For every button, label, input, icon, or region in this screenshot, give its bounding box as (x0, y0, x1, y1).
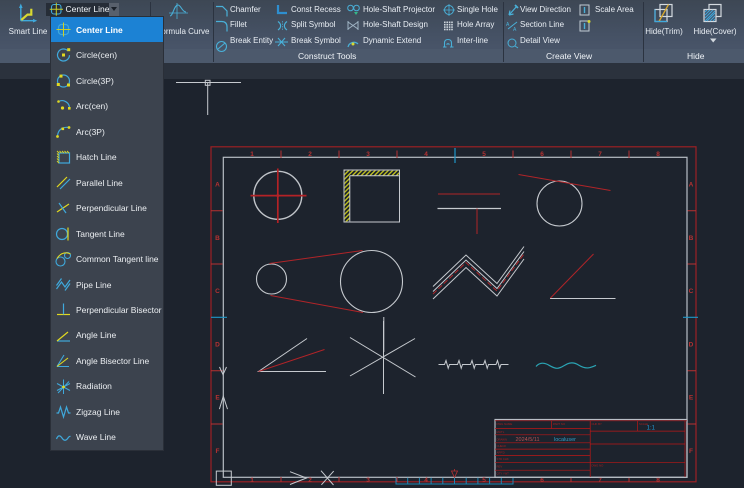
svg-text:C: C (215, 288, 220, 295)
svg-text:6: 6 (540, 151, 544, 158)
svg-text:localuser: localuser (554, 437, 576, 443)
svg-text:STD CHK: STD CHK (497, 457, 509, 461)
svg-text:DWG NO: DWG NO (592, 464, 605, 468)
svg-text:1: 1 (250, 477, 254, 484)
svg-text:DWG NAME: DWG NAME (497, 422, 513, 426)
svg-text:1:1: 1:1 (647, 426, 656, 432)
svg-text:REV: REV (497, 465, 503, 469)
svg-text:4: 4 (424, 151, 428, 158)
svg-text:7: 7 (598, 477, 602, 484)
svg-text:F: F (689, 448, 693, 455)
svg-text:E: E (689, 395, 694, 402)
svg-text:6: 6 (540, 477, 544, 484)
svg-text:B: B (689, 235, 694, 242)
svg-text:2: 2 (308, 477, 312, 484)
svg-text:2: 2 (308, 151, 312, 158)
svg-text:CHECK: CHECK (497, 444, 507, 448)
svg-text:MAT'L: MAT'L (497, 430, 505, 434)
svg-text:7: 7 (598, 151, 602, 158)
svg-text:D: D (215, 341, 220, 348)
svg-text:3: 3 (366, 151, 370, 158)
svg-text:4: 4 (424, 477, 428, 484)
svg-text:PART NO: PART NO (553, 422, 566, 426)
svg-text:E: E (215, 395, 220, 402)
svg-text:F: F (216, 448, 220, 455)
svg-text:3: 3 (366, 477, 370, 484)
svg-text:DRAWN: DRAWN (497, 438, 507, 442)
svg-text:8: 8 (656, 151, 660, 158)
svg-text:B: B (215, 235, 220, 242)
svg-text:8: 8 (656, 477, 660, 484)
svg-text:A: A (506, 22, 510, 28)
svg-text:5: 5 (482, 151, 486, 158)
svg-text:D: D (689, 341, 694, 348)
svg-text:A: A (689, 182, 694, 189)
svg-text:A: A (513, 27, 517, 33)
svg-text:QTY / WT: QTY / WT (497, 472, 510, 476)
svg-text:2024/5/11: 2024/5/11 (515, 437, 539, 443)
svg-text:CHK BY: CHK BY (592, 422, 603, 426)
svg-text:C: C (689, 288, 694, 295)
svg-text:1: 1 (250, 151, 254, 158)
svg-text:5: 5 (482, 477, 486, 484)
svg-text:A: A (215, 182, 220, 189)
svg-text:APP'D: APP'D (497, 451, 505, 455)
